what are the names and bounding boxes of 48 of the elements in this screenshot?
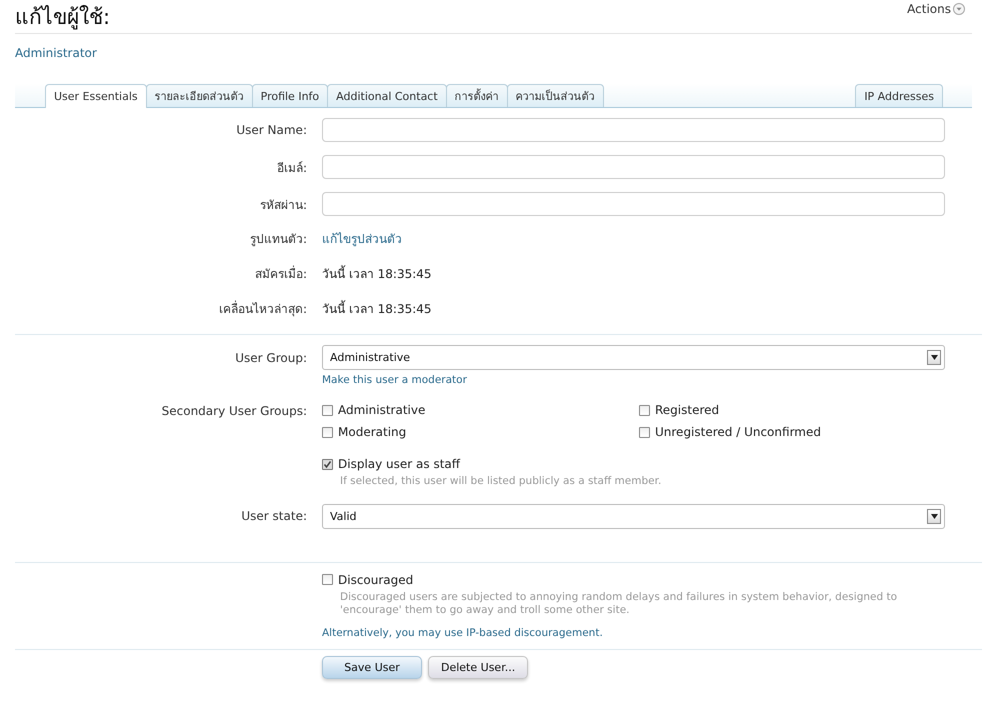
checkbox-label: Discouraged (338, 572, 414, 586)
user-title-link[interactable]: Administrator (15, 46, 97, 60)
field-label: User Group: (234, 350, 307, 364)
tab[interactable]: ความเป็นส่วนตัว (506, 84, 604, 107)
actions-menu[interactable]: Actions (907, 2, 972, 16)
dropdown-icon (927, 350, 941, 365)
edit-avatar-link[interactable]: แก้ไขรูปส่วนตัว (322, 229, 402, 248)
checkbox[interactable] (639, 404, 650, 416)
checkbox-label: Display user as staff (338, 457, 460, 471)
field-label: เคลื่อนไหวล่าสุด: (218, 300, 307, 318)
field-label: รหัสผ่าน: (258, 196, 307, 214)
tab[interactable]: User Essentials (45, 84, 147, 108)
dropdown-icon (927, 508, 941, 524)
tab[interactable]: Profile Info (252, 84, 328, 107)
date-value: วันนี้ เวลา 18:35:45 (322, 299, 432, 318)
tab[interactable]: Additional Contact (327, 84, 447, 107)
staff-hint: If selected, this user will be listed publicly as a staff member. (340, 474, 662, 486)
field-label: Secondary User Groups: (160, 403, 307, 418)
checkbox-label: Moderating (338, 425, 406, 439)
delete-button[interactable]: Delete User... (428, 656, 528, 679)
checkbox[interactable] (322, 458, 333, 470)
page-title: แก้ไขผู้ใช้: (15, 4, 110, 32)
tab[interactable]: รายละเอียดส่วนตัว (146, 84, 253, 107)
ip-discouragement-link[interactable]: Alternatively, you may use IP-based discouragement. (322, 627, 603, 639)
text-field[interactable] (322, 155, 945, 179)
tab[interactable]: IP Addresses (855, 84, 943, 107)
checkbox-label: Administrative (338, 403, 426, 417)
dropdown-icon (953, 3, 965, 15)
save-button[interactable]: Save User (322, 656, 422, 679)
checkbox-label: Registered (655, 403, 720, 417)
field-label: User Name: (235, 123, 307, 137)
checkbox-label: Unregistered / Unconfirmed (655, 425, 821, 439)
field-label: User state: (240, 509, 307, 523)
date-value: วันนี้ เวลา 18:35:45 (322, 264, 432, 283)
field-label: รูปแทนตัว: (248, 231, 307, 248)
checkbox[interactable] (322, 574, 333, 585)
checkbox[interactable] (322, 426, 333, 438)
discouraged-hint: Discouraged users are subjected to annoying random delays and failures in system behavior, designed to 'encourage' them to go away and troll some other site. (340, 591, 898, 617)
user-group-select[interactable]: Administrative (322, 345, 945, 370)
user-state-select[interactable]: Valid (322, 504, 945, 528)
field-label: สมัครเมื่อ: (254, 264, 307, 283)
tab[interactable]: การตั้งค่า (446, 84, 508, 107)
text-field[interactable] (322, 118, 945, 142)
moderator-link[interactable]: Make this user a moderator (322, 374, 467, 386)
checkbox[interactable] (639, 426, 650, 438)
password-field[interactable] (322, 192, 945, 216)
checkbox[interactable] (322, 404, 333, 416)
field-label: อีเมล์: (276, 160, 307, 176)
